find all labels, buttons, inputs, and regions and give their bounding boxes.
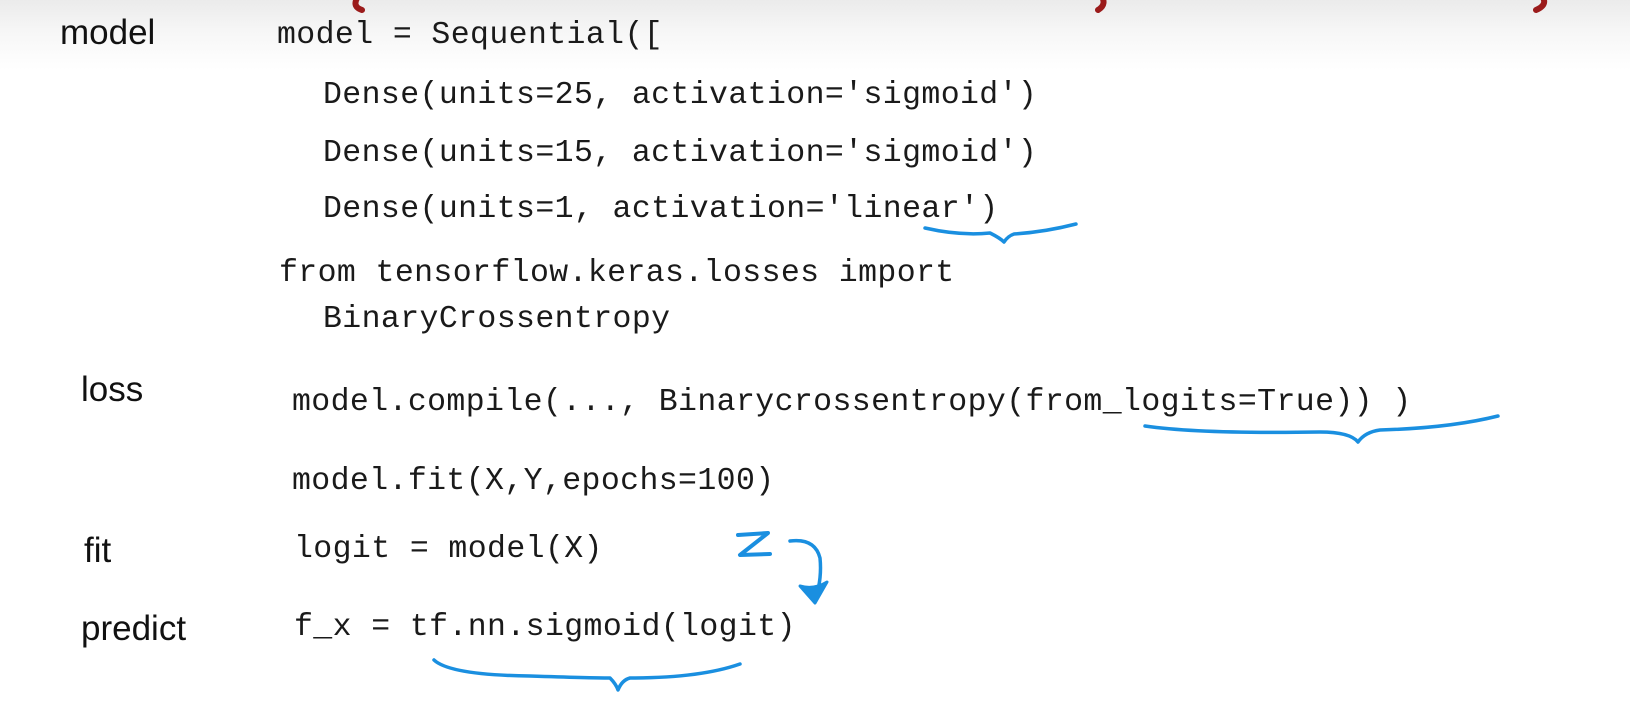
code-logit: logit = model(X) bbox=[294, 532, 603, 567]
title-bracket-left bbox=[352, 0, 365, 13]
handwritten-z bbox=[736, 531, 772, 557]
code-compile: model.compile(..., Binarycrossentropy(fr… bbox=[292, 385, 1412, 420]
code-sequential-open: model = Sequential([ bbox=[277, 18, 664, 53]
arrow-head bbox=[798, 580, 829, 605]
arrow-curve bbox=[788, 538, 823, 599]
code-dense-1: Dense(units=25, activation='sigmoid') bbox=[323, 78, 1038, 113]
label-fit: fit bbox=[84, 531, 112, 570]
code-predict: f_x = tf.nn.sigmoid(logit) bbox=[294, 610, 796, 645]
underline-sigmoid bbox=[432, 658, 742, 692]
title-bracket-mid bbox=[1095, 0, 1107, 13]
code-import-name: BinaryCrossentropy bbox=[323, 302, 671, 337]
title-bracket-right bbox=[1533, 0, 1548, 13]
label-predict: predict bbox=[81, 609, 187, 648]
code-fit: model.fit(X,Y,epochs=100) bbox=[292, 464, 775, 499]
code-dense-2: Dense(units=15, activation='sigmoid') bbox=[323, 136, 1038, 171]
label-model: model bbox=[60, 13, 156, 52]
code-import-line: from tensorflow.keras.losses import bbox=[279, 256, 955, 291]
code-dense-3: Dense(units=1, activation='linear') bbox=[323, 192, 999, 227]
label-loss: loss bbox=[81, 370, 144, 409]
lecture-slide: model loss fit predict model = Sequentia… bbox=[0, 0, 1630, 701]
